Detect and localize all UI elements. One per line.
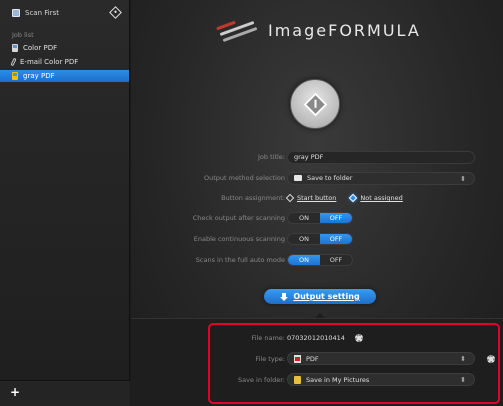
highlight-annotation [208, 323, 500, 404]
scan-diamond-icon[interactable] [109, 6, 122, 19]
diamond-icon [349, 193, 358, 203]
toggle-on[interactable]: ON [288, 213, 320, 223]
output-method-value: Save to folder [307, 174, 353, 182]
toggle-off[interactable]: OFF [320, 213, 352, 223]
output-method-select[interactable]: Save to folder ⬍ [287, 171, 475, 185]
main-panel: ImageFORMULA Job title: gray PDF Output … [131, 0, 503, 406]
full-auto-row: Scans in the full auto mode ON OFF [131, 253, 503, 267]
job-title-input[interactable]: gray PDF [287, 150, 475, 164]
paperclip-icon [10, 57, 17, 67]
continuous-scanning-toggle[interactable]: ON OFF [287, 233, 353, 245]
imageformula-logo-icon [216, 20, 258, 43]
add-job-button[interactable]: + [8, 385, 22, 399]
job-item-color-pdf[interactable]: Color PDF [0, 42, 129, 54]
sidebar: Scan First Job list Color PDF E-mail Col… [0, 0, 130, 406]
job-title-label: Job title: [258, 153, 285, 161]
toggle-off[interactable]: OFF [320, 255, 352, 265]
continuous-scanning-label: Enable continuous scanning [193, 235, 285, 243]
scanner-icon [12, 9, 20, 17]
arrow-down-icon [280, 292, 289, 301]
check-output-row: Check output after scanning ON OFF [131, 211, 503, 225]
output-method-label: Output method selection [203, 174, 285, 182]
output-setting-button[interactable]: Output setting [264, 289, 376, 304]
brand-name: ImageFORMULA [268, 20, 421, 40]
start-button-radio[interactable]: Start button [285, 193, 337, 203]
brand-header: ImageFORMULA [216, 20, 421, 43]
scan-first-label: Scan First [25, 9, 59, 17]
check-output-toggle[interactable]: ON OFF [287, 212, 353, 224]
job-item-label: Color PDF [23, 44, 58, 52]
scan-first-button[interactable]: Scan First [12, 9, 59, 17]
job-item-label: gray PDF [23, 72, 55, 80]
toggle-off[interactable]: OFF [320, 234, 352, 244]
diamond-icon [285, 193, 295, 203]
start-diamond-icon [303, 92, 328, 117]
job-item-email-color-pdf[interactable]: E-mail Color PDF [0, 56, 129, 68]
check-output-label: Check output after scanning [192, 214, 285, 222]
job-list-heading: Job list [12, 31, 34, 39]
chevron-updown-icon: ⬍ [460, 174, 466, 183]
continuous-scanning-row: Enable continuous scanning ON OFF [131, 232, 503, 246]
document-icon [12, 44, 18, 52]
imageformula-window: Scan First Job list Color PDF E-mail Col… [0, 0, 503, 406]
button-assignment-label: Button assignment: [221, 194, 285, 202]
radio-label: Start button [297, 194, 337, 202]
folder-icon [294, 175, 302, 181]
output-method-row: Output method selection Save to folder ⬍ [131, 171, 503, 185]
job-title-row: Job title: gray PDF [131, 150, 503, 164]
toggle-on[interactable]: ON [288, 234, 320, 244]
toggle-on[interactable]: ON [288, 255, 320, 265]
document-icon [12, 72, 18, 80]
button-assignment-row: Button assignment: Start button Not assi… [131, 191, 503, 205]
output-setting-label: Output setting [293, 292, 360, 301]
full-auto-toggle[interactable]: ON OFF [287, 254, 353, 266]
scan-start-button[interactable] [290, 79, 340, 129]
job-item-label: E-mail Color PDF [20, 58, 79, 66]
job-item-gray-pdf[interactable]: gray PDF [0, 70, 129, 82]
radio-label: Not assigned [360, 194, 403, 202]
full-auto-label: Scans in the full auto mode [195, 256, 285, 264]
not-assigned-radio[interactable]: Not assigned [349, 193, 403, 203]
